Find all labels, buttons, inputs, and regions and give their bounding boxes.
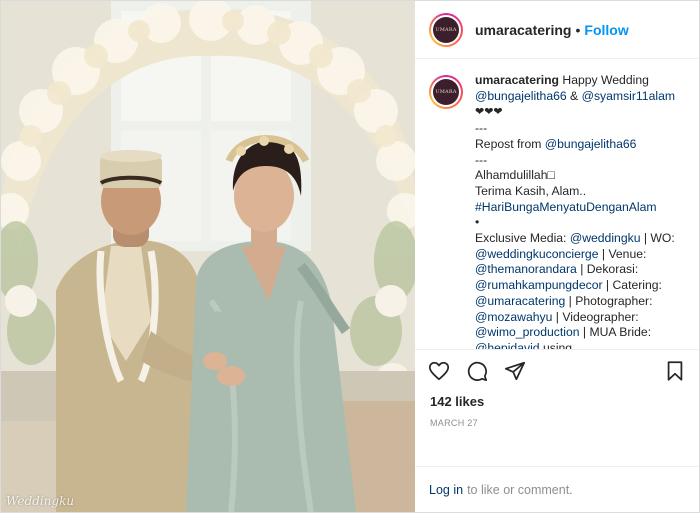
caption-text-segment: --- (475, 152, 488, 167)
avatar[interactable]: UMARA (429, 12, 463, 47)
caption-link[interactable]: #HariBungaMenyatuDenganAlam (475, 200, 657, 214)
caption-link[interactable]: @hepidavid (475, 341, 540, 349)
caption-line: @bungajelitha66 & @syamsir11alam (475, 89, 675, 105)
caption-text-segment: | Dekorasi: (576, 262, 639, 277)
caption-avatar[interactable]: UMARA (429, 75, 463, 109)
photo-watermark: Weddingku (6, 494, 75, 508)
bookmark-icon[interactable] (663, 359, 687, 383)
caption-avatar-logo-text: UMARA (435, 89, 457, 95)
caption-text-segment: Alhamdulillah□ (475, 168, 555, 183)
avatar-logo: UMARA (433, 16, 459, 43)
caption-link[interactable]: @bungajelitha66 (475, 89, 567, 103)
caption-text-segment: Terima Kasih, Alam.. (475, 183, 587, 198)
caption-text-segment: | Venue: (598, 246, 647, 261)
caption-text-segment: Exclusive Media: (475, 231, 570, 246)
post-date: MARCH 27 (430, 418, 478, 428)
share-icon[interactable] (503, 359, 527, 383)
avatar-ring: UMARA (431, 14, 461, 45)
caption-line: @umaracatering | Photographer: (475, 294, 675, 310)
caption-line: @rumahkampungdecor | Catering: (475, 278, 675, 294)
caption-line: --- (475, 121, 675, 137)
post-side-panel: UMARA umaracatering • Follow UMARA umara… (415, 1, 699, 512)
follow-button[interactable]: Follow (584, 22, 628, 38)
caption-avatar-ring: UMARA (431, 77, 461, 107)
caption-text-segment: | Videographer: (552, 309, 639, 324)
caption-link[interactable]: @wimo_production (475, 325, 580, 339)
post-header: UMARA umaracatering • Follow (415, 1, 699, 59)
caption-line: #HariBungaMenyatuDenganAlam (475, 200, 675, 216)
caption-link[interactable]: @weddingku (570, 231, 641, 245)
caption-text-segment: | MUA Bride: (579, 325, 652, 340)
caption-line: Terima Kasih, Alam.. (475, 184, 675, 200)
avatar-logo-text: UMARA (435, 26, 457, 33)
caption-link[interactable]: @weddingkuconcierge (475, 247, 599, 261)
comment-icon[interactable] (465, 359, 489, 383)
caption-line: @wimo_production | MUA Bride: (475, 325, 675, 341)
caption-text: umaracatering Happy Wedding @bungajelitha… (475, 73, 675, 349)
caption-text-segment: • (475, 215, 480, 230)
header-text: umaracatering • Follow (475, 22, 629, 38)
comment-bar: Log in to like or comment. (415, 466, 699, 512)
caption-text-segment: ❤❤❤ (475, 106, 503, 119)
caption-text-segment: using (539, 340, 573, 349)
header-separator: • (575, 21, 581, 38)
caption-text-segment: Repost from (475, 136, 545, 151)
caption-line: @weddingkuconcierge | Venue: (475, 247, 675, 263)
comments-area[interactable]: UMARA umaracatering Happy Wedding @bungaj… (415, 59, 699, 349)
caption-line: • (475, 215, 675, 231)
caption-line: --- (475, 153, 675, 169)
caption-text-segment: & (566, 88, 582, 103)
instagram-post: Weddingku UMARA umaracatering • Follow U… (0, 0, 700, 513)
caption-line: @themanorandara | Dekorasi: (475, 262, 675, 278)
comment-prompt: to like or comment. (467, 482, 573, 497)
heart-icon[interactable] (427, 359, 451, 383)
caption-line: ❤❤❤ (475, 104, 675, 121)
caption-line: Repost from @bungajelitha66 (475, 137, 675, 153)
caption-text-segment: Happy Wedding (559, 73, 649, 87)
caption-line: @hepidavid using (475, 341, 675, 349)
likes-count[interactable]: 142 likes (415, 394, 699, 409)
caption-text-segment: | Photographer: (565, 293, 653, 308)
caption-text-segment: | WO: (640, 231, 675, 246)
post-photo[interactable]: Weddingku (1, 1, 415, 512)
header-username[interactable]: umaracatering (475, 22, 571, 38)
caption-line: @mozawahyu | Videographer: (475, 310, 675, 326)
caption-text-segment: --- (475, 121, 488, 136)
action-icons-row (415, 350, 699, 392)
caption-line: Alhamdulillah□ (475, 168, 675, 184)
actions-area: 142 likes MARCH 27 (415, 349, 699, 466)
caption-link[interactable]: @bungajelitha66 (545, 137, 637, 151)
caption-link[interactable]: @syamsir11alam (582, 89, 675, 103)
caption-line: umaracatering Happy Wedding (475, 73, 675, 89)
wedding-photo-illustration (1, 1, 415, 512)
caption-link[interactable]: @rumahkampungdecor (475, 278, 603, 292)
caption-line: Exclusive Media: @weddingku | WO: (475, 231, 675, 247)
caption-link[interactable]: @mozawahyu (475, 310, 552, 324)
caption-link[interactable]: @umaracatering (475, 294, 565, 308)
caption-avatar-logo: UMARA (433, 79, 459, 105)
caption-text-segment: | Catering: (602, 278, 662, 293)
login-link[interactable]: Log in (429, 483, 463, 497)
caption-username[interactable]: umaracatering (475, 73, 559, 87)
caption-row: UMARA umaracatering Happy Wedding @bungaj… (429, 73, 685, 349)
caption-link[interactable]: @themanorandara (475, 262, 577, 276)
